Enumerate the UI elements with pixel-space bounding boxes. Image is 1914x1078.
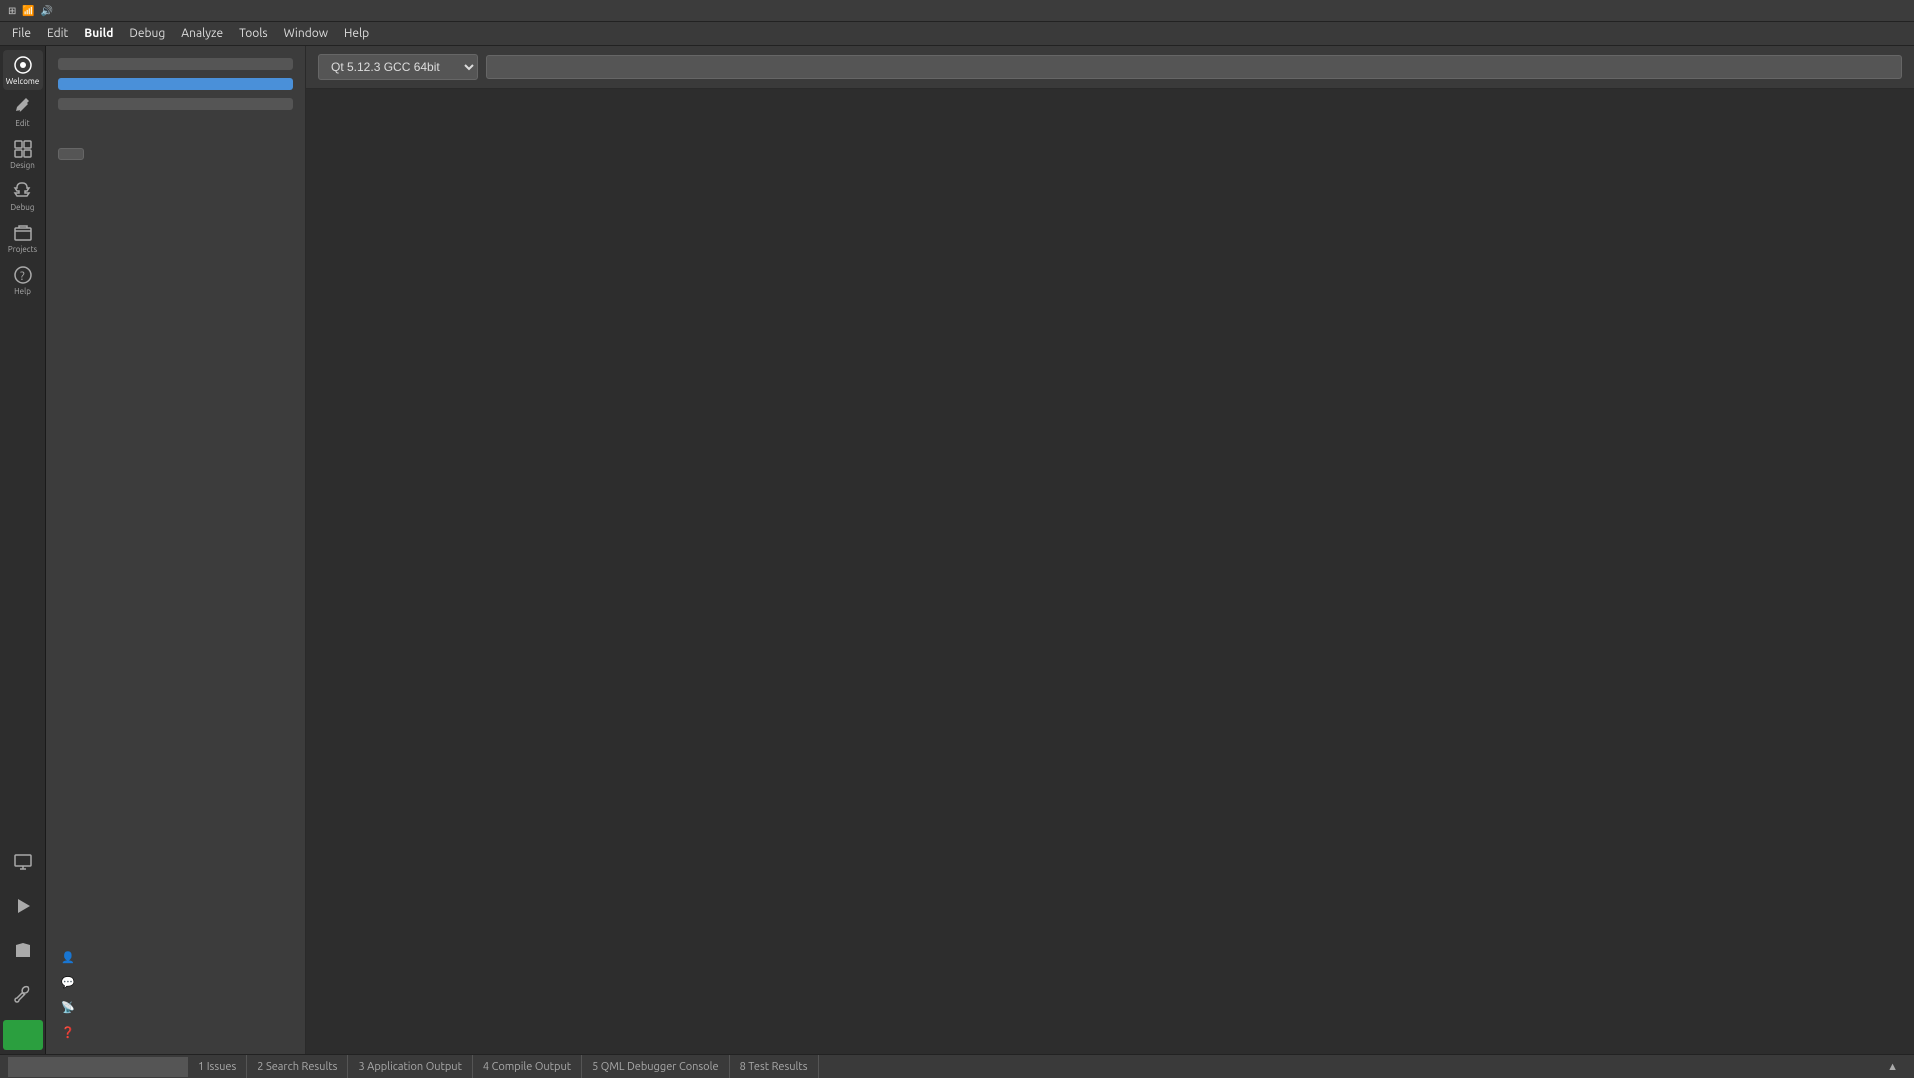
sidebar-wrench-icon[interactable] xyxy=(3,974,43,1014)
menu-file[interactable]: File xyxy=(4,25,39,42)
sidebar-welcome-label: Welcome xyxy=(6,77,40,86)
new-to-qt-section xyxy=(58,134,293,160)
search-input[interactable] xyxy=(486,55,1902,79)
examples-button[interactable] xyxy=(58,78,293,90)
sidebar-help-label: Help xyxy=(14,287,31,296)
menu-debug[interactable]: Debug xyxy=(121,25,173,42)
status-qml-debugger[interactable]: 5 QML Debugger Console xyxy=(582,1055,730,1078)
content-area: 👤 💬 📡 ❓ xyxy=(46,46,1914,1054)
sidebar-monitor-icon[interactable] xyxy=(3,842,43,882)
menubar: File Edit Build Debug Analyze Tools Wind… xyxy=(0,22,1914,46)
sidebar-item-help[interactable]: ? Help xyxy=(3,260,43,300)
status-compile-output[interactable]: 4 Compile Output xyxy=(473,1055,582,1078)
sidebar-item-projects[interactable]: Projects xyxy=(3,218,43,258)
status-test-results[interactable]: 8 Test Results xyxy=(730,1055,819,1078)
blogs-link[interactable]: 📡 xyxy=(58,998,293,1017)
qt-account-link[interactable]: 👤 xyxy=(58,948,293,967)
main-layout: Welcome Edit Design Debug Projects ? Hel… xyxy=(0,46,1914,1054)
svg-text:?: ? xyxy=(20,270,25,283)
help-icon: ❓ xyxy=(61,1026,75,1039)
status-search-results[interactable]: 2 Search Results xyxy=(247,1055,348,1078)
tutorials-button[interactable] xyxy=(58,98,293,110)
titlebar-icons: ⊞ 📶 🔊 xyxy=(8,5,59,17)
volume-icon: 🔊 xyxy=(41,5,53,17)
user-guide-link[interactable]: ❓ xyxy=(58,1023,293,1042)
status-app-output[interactable]: 3 Application Output xyxy=(348,1055,472,1078)
sidebar-item-debug[interactable]: Debug xyxy=(3,176,43,216)
chat-icon: 💬 xyxy=(61,976,75,989)
qc-badge[interactable] xyxy=(3,1020,43,1050)
sidebar-projects-label: Projects xyxy=(8,245,37,254)
bottom-actions xyxy=(3,838,43,1018)
sidebar-edit-label: Edit xyxy=(15,119,29,128)
right-content: Qt 5.12.3 GCC 64bit Qt 5.12.3 MSVC 64bit xyxy=(306,46,1914,1054)
projects-button[interactable] xyxy=(58,58,293,70)
person-icon: 👤 xyxy=(61,951,75,964)
examples-toolbar: Qt 5.12.3 GCC 64bit Qt 5.12.3 MSVC 64bit xyxy=(306,46,1914,89)
sidebar-item-design[interactable]: Design xyxy=(3,134,43,174)
left-sidebar: Welcome Edit Design Debug Projects ? Hel… xyxy=(0,46,46,1054)
menu-edit[interactable]: Edit xyxy=(39,25,76,42)
status-expand-icon[interactable]: ▲ xyxy=(1887,1061,1906,1073)
menu-tools[interactable]: Tools xyxy=(231,25,276,42)
sidebar-debug-label: Debug xyxy=(11,203,35,212)
network-icon: ⊞ xyxy=(8,5,16,17)
sidebar-item-edit[interactable]: Edit xyxy=(3,92,43,132)
titlebar: ⊞ 📶 🔊 xyxy=(0,0,1914,22)
sidebar-play-icon[interactable] xyxy=(3,886,43,926)
sidebar-item-welcome[interactable]: Welcome xyxy=(3,50,43,90)
locate-input[interactable] xyxy=(8,1057,188,1077)
left-panel: 👤 💬 📡 ❓ xyxy=(46,46,306,1054)
menu-build[interactable]: Build xyxy=(76,25,121,42)
menu-help[interactable]: Help xyxy=(336,25,377,42)
wifi-icon: 📶 xyxy=(22,5,34,17)
examples-grid xyxy=(306,89,1914,1054)
sidebar-design-label: Design xyxy=(10,161,35,170)
menu-analyze[interactable]: Analyze xyxy=(173,25,231,42)
menu-window[interactable]: Window xyxy=(276,25,336,42)
statusbar: 1 Issues 2 Search Results 3 Application … xyxy=(0,1054,1914,1078)
qt-version-select[interactable]: Qt 5.12.3 GCC 64bit Qt 5.12.3 MSVC 64bit xyxy=(318,54,478,80)
online-community-link[interactable]: 💬 xyxy=(58,973,293,992)
bottom-links: 👤 💬 📡 ❓ xyxy=(58,948,293,1042)
get-started-button[interactable] xyxy=(58,148,84,160)
status-issues[interactable]: 1 Issues xyxy=(188,1055,247,1078)
sidebar-stop-icon[interactable] xyxy=(3,930,43,970)
rss-icon: 📡 xyxy=(61,1001,75,1014)
